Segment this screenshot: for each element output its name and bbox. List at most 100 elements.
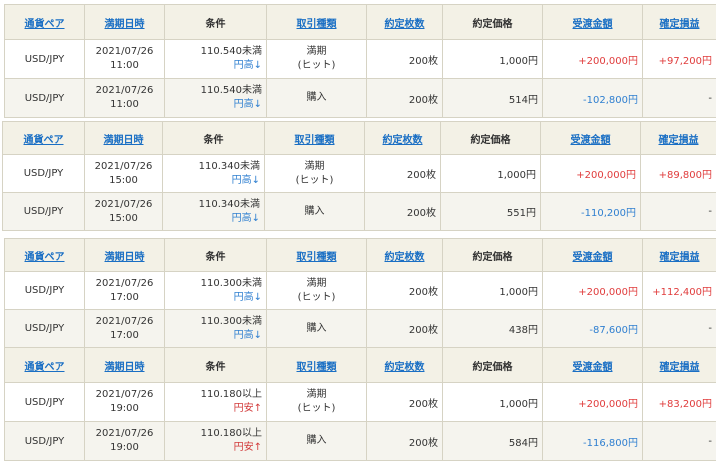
- header-cell: 通貨ペア: [4, 4, 85, 40]
- header-trade-type-link[interactable]: 取引種類: [297, 252, 337, 263]
- quantity-cell: 200枚: [366, 382, 443, 422]
- header-expiry-link[interactable]: 満期日時: [105, 252, 145, 263]
- settlement-cell: +200,000円: [542, 382, 643, 422]
- header-price: 約定価格: [472, 361, 513, 373]
- header-price: 約定価格: [470, 134, 511, 146]
- header-profit-link[interactable]: 確定損益: [660, 362, 700, 373]
- header-expiry-link[interactable]: 満期日時: [104, 135, 144, 146]
- price: 1,000円: [499, 55, 538, 67]
- header-pair-link[interactable]: 通貨ペア: [25, 362, 65, 373]
- expiry-date: 2021/07/26: [95, 315, 154, 327]
- header-cell: 満期日時: [84, 4, 165, 40]
- direction-label: 円高↓: [233, 291, 262, 303]
- trade-group: 通貨ペア 満期日時 条件 取引種類 約定枚数 約定価格 受渡金額 確定損益 USD/JPY 202…: [2, 121, 716, 231]
- header-quantity-link[interactable]: 約定枚数: [383, 135, 423, 146]
- profit-cell: -: [642, 78, 716, 118]
- currency-pair: USD/JPY: [24, 396, 65, 408]
- expiry-time: 11:00: [110, 99, 139, 110]
- quantity: 200枚: [408, 437, 438, 449]
- trade-type-detail: (ヒット): [297, 291, 336, 303]
- settlement-amount: -116,800円: [583, 437, 638, 449]
- quantity-cell: 200枚: [366, 421, 443, 461]
- price-cell: 1,000円: [442, 39, 543, 79]
- quantity-cell: 200枚: [364, 154, 441, 193]
- header-pair-link[interactable]: 通貨ペア: [25, 252, 65, 263]
- condition-cell: 110.340未満 円高↓: [162, 154, 265, 193]
- profit-cell: -: [642, 309, 716, 348]
- header-pair-link[interactable]: 通貨ペア: [24, 135, 64, 146]
- trade-type-cell: 満期 (ヒット): [266, 271, 367, 310]
- header-profit-link[interactable]: 確定損益: [659, 135, 699, 146]
- trade-type-cell: 満期 (ヒット): [266, 39, 367, 79]
- header-quantity-link[interactable]: 約定枚数: [385, 362, 425, 373]
- table-row: USD/JPY 2021/07/26 17:00 110.300未満 円高↓ 満期 (ヒット…: [4, 271, 716, 310]
- trade-type-cell: 購入: [266, 421, 367, 461]
- table-header-row: 通貨ペア 満期日時 条件 取引種類 約定枚数 約定価格 受渡金額 確定損益: [4, 4, 716, 40]
- header-cell: 取引種類: [266, 4, 367, 40]
- header-cell: 受渡金額: [542, 4, 643, 40]
- header-cell: 約定価格: [442, 347, 543, 383]
- strike-condition: 110.300未満: [200, 315, 262, 327]
- trade-type: 購入: [306, 435, 327, 446]
- profit-cell: +89,800円: [640, 154, 716, 193]
- realized-profit: +97,200円: [658, 55, 712, 67]
- header-quantity-link[interactable]: 約定枚数: [385, 19, 425, 30]
- header-cell: 約定枚数: [366, 238, 443, 272]
- quantity-cell: 200枚: [364, 192, 441, 231]
- strike-condition: 110.340未満: [198, 198, 260, 210]
- header-settlement-link[interactable]: 受渡金額: [573, 19, 613, 30]
- header-trade-type-link[interactable]: 取引種類: [297, 19, 337, 30]
- expiry-cell: 2021/07/26 19:00: [84, 421, 165, 461]
- header-profit-link[interactable]: 確定損益: [660, 252, 700, 263]
- currency-pair: USD/JPY: [24, 285, 65, 296]
- quantity: 200枚: [406, 208, 436, 219]
- header-profit-link[interactable]: 確定損益: [660, 19, 700, 30]
- table-header-row: 通貨ペア 満期日時 条件 取引種類 約定枚数 約定価格 受渡金額 確定損益: [4, 238, 716, 272]
- header-settlement-link[interactable]: 受渡金額: [571, 135, 611, 146]
- header-trade-type-link[interactable]: 取引種類: [295, 135, 335, 146]
- settlement-cell: -87,600円: [542, 309, 643, 348]
- price-cell: 1,000円: [442, 382, 543, 422]
- quantity: 200枚: [408, 287, 438, 298]
- trade-type-cell: 購入: [266, 78, 367, 118]
- strike-condition: 110.340未満: [198, 160, 260, 172]
- header-quantity-link[interactable]: 約定枚数: [385, 252, 425, 263]
- header-condition: 条件: [203, 134, 224, 146]
- header-cell: 通貨ペア: [4, 238, 85, 272]
- header-settlement-link[interactable]: 受渡金額: [573, 362, 613, 373]
- profit-cell: -: [642, 421, 716, 461]
- header-pair-link[interactable]: 通貨ペア: [25, 19, 65, 30]
- header-settlement-link[interactable]: 受渡金額: [573, 252, 613, 263]
- trade-type-cell: 満期 (ヒット): [266, 382, 367, 422]
- condition-cell: 110.540未満 円高↓: [164, 78, 267, 118]
- quantity: 200枚: [406, 170, 436, 181]
- header-cell: 確定損益: [640, 121, 716, 155]
- price-cell: 584円: [442, 421, 543, 461]
- header-expiry-link[interactable]: 満期日時: [105, 362, 145, 373]
- header-cell: 約定枚数: [366, 347, 443, 383]
- direction-label: 円安↑: [233, 403, 262, 414]
- header-cell: 確定損益: [642, 238, 716, 272]
- price-cell: 1,000円: [442, 271, 543, 310]
- header-cell: 通貨ペア: [2, 121, 85, 155]
- settlement-cell: +200,000円: [540, 154, 641, 193]
- strike-condition: 110.540未満: [200, 85, 262, 96]
- trade-type-detail: (ヒット): [297, 403, 336, 414]
- header-expiry-link[interactable]: 満期日時: [105, 19, 145, 30]
- condition-cell: 110.300未満 円高↓: [164, 309, 267, 348]
- trade-type: 満期: [306, 389, 327, 400]
- header-cell: 取引種類: [266, 347, 367, 383]
- settlement-amount: -102,800円: [583, 94, 638, 106]
- realized-profit: -: [708, 92, 712, 104]
- table-header-row: 通貨ペア 満期日時 条件 取引種類 約定枚数 約定価格 受渡金額 確定損益: [4, 347, 716, 383]
- quantity-cell: 200枚: [366, 309, 443, 348]
- trade-table: 通貨ペア 満期日時 条件 取引種類 約定枚数 約定価格 受渡金額 確定損益 USD/JPY 202…: [4, 238, 716, 348]
- trade-type-cell: 購入: [264, 192, 365, 231]
- trade-table: 通貨ペア 満期日時 条件 取引種類 約定枚数 約定価格 受渡金額 確定損益 USD/JPY 202…: [4, 4, 716, 118]
- trade-type: 購入: [306, 322, 327, 334]
- currency-pair: USD/JPY: [23, 206, 64, 217]
- quantity: 200枚: [408, 55, 438, 67]
- price: 1,000円: [499, 398, 538, 410]
- trade-type: 満期: [306, 277, 327, 289]
- header-trade-type-link[interactable]: 取引種類: [297, 362, 337, 373]
